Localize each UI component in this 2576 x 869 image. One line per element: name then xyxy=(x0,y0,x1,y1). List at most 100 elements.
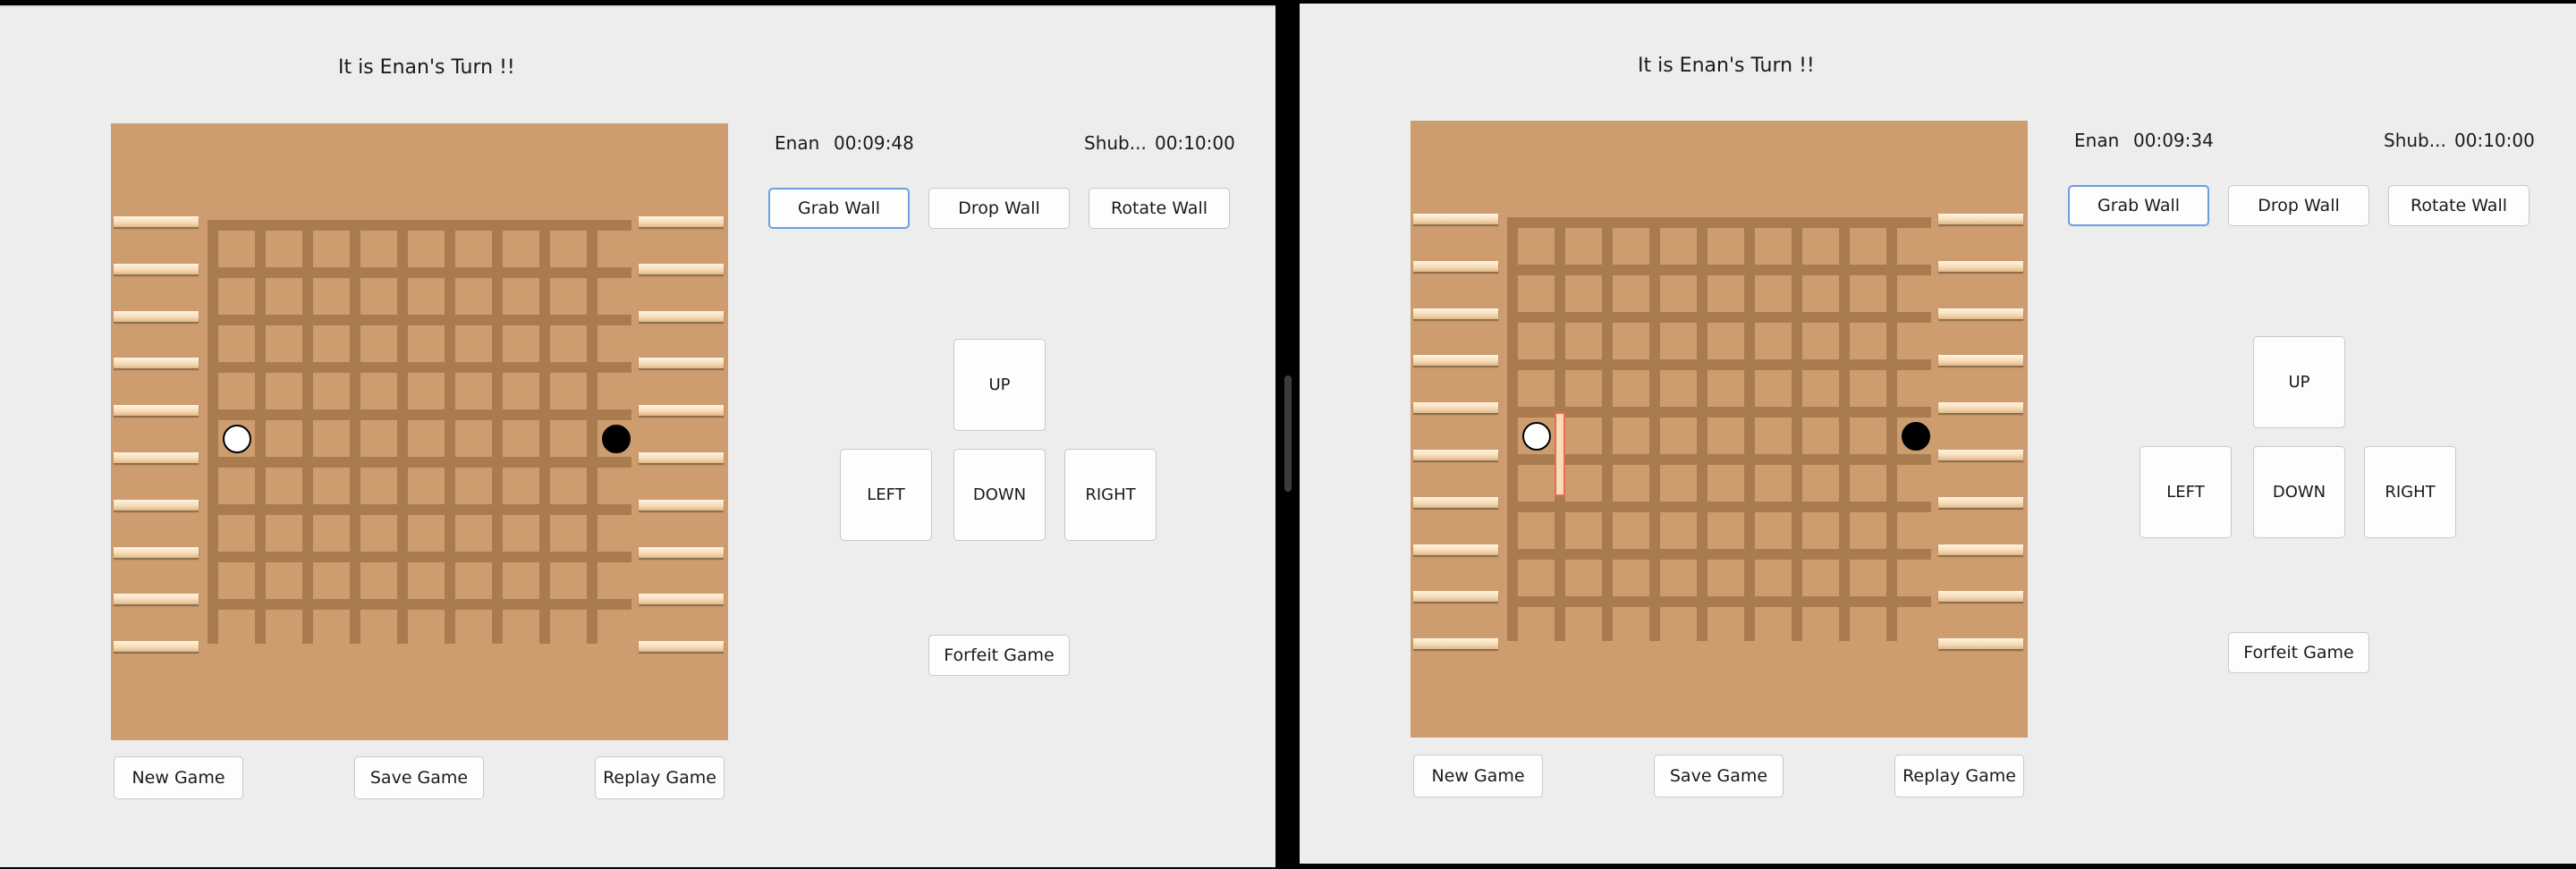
player2-wall-stock[interactable] xyxy=(639,641,724,653)
player2-wall-stock[interactable] xyxy=(639,405,724,417)
board-cell[interactable] xyxy=(550,231,587,267)
player2-wall-stock[interactable] xyxy=(1938,355,2023,367)
player2-wall-stock[interactable] xyxy=(639,452,724,463)
player1-wall-stock[interactable] xyxy=(1413,355,1498,367)
forfeit-game-button[interactable]: Forfeit Game xyxy=(928,635,1070,676)
player1-wall-stock[interactable] xyxy=(1413,308,1498,319)
board-cell[interactable] xyxy=(313,325,350,362)
move-down-button[interactable]: DOWN xyxy=(953,449,1046,541)
board-cell[interactable] xyxy=(1802,512,1839,549)
board-cell[interactable] xyxy=(313,610,350,646)
board-cell[interactable] xyxy=(408,420,445,457)
player1-wall-stock[interactable] xyxy=(1413,638,1498,650)
board-cell[interactable] xyxy=(1613,370,1649,407)
new-game-button[interactable]: New Game xyxy=(114,756,243,799)
board-cell[interactable] xyxy=(1707,275,1744,312)
player1-wall-stock[interactable] xyxy=(1413,450,1498,460)
board-cell[interactable] xyxy=(1660,370,1697,407)
white-pawn[interactable] xyxy=(222,424,251,453)
board-cell[interactable] xyxy=(1613,323,1649,359)
board-cell[interactable] xyxy=(1613,228,1649,265)
board-cell[interactable] xyxy=(455,231,492,267)
board-cell[interactable] xyxy=(455,278,492,315)
board-cell[interactable] xyxy=(597,468,634,504)
black-pawn[interactable] xyxy=(1901,421,1930,451)
board-cell[interactable] xyxy=(1565,228,1602,265)
board-cell[interactable] xyxy=(266,325,302,362)
board-cell[interactable] xyxy=(1755,323,1792,359)
board-cell[interactable] xyxy=(597,325,634,362)
board-cell[interactable] xyxy=(1755,465,1792,502)
board-cell[interactable] xyxy=(1518,370,1555,407)
board-cell[interactable] xyxy=(1518,607,1555,644)
board-cell[interactable] xyxy=(1850,512,1886,549)
board-cell[interactable] xyxy=(1850,370,1886,407)
drop-wall-button[interactable]: Drop Wall xyxy=(2228,185,2369,226)
move-up-button[interactable]: UP xyxy=(2253,336,2345,428)
board-cell[interactable] xyxy=(1613,512,1649,549)
board-cell[interactable] xyxy=(1660,512,1697,549)
board-cell[interactable] xyxy=(550,373,587,409)
board-cell[interactable] xyxy=(503,515,539,552)
player2-wall-stock[interactable] xyxy=(1938,260,2023,272)
board-cell[interactable] xyxy=(360,278,397,315)
game-board[interactable] xyxy=(1411,121,2028,738)
board-cell[interactable] xyxy=(1755,370,1792,407)
player1-wall-stock[interactable] xyxy=(114,546,199,558)
board-cell[interactable] xyxy=(1613,560,1649,596)
board-cell[interactable] xyxy=(1613,275,1649,312)
board-cell[interactable] xyxy=(1802,275,1839,312)
replay-game-button[interactable]: Replay Game xyxy=(595,756,724,799)
board-cell[interactable] xyxy=(360,231,397,267)
board-cell[interactable] xyxy=(1707,228,1744,265)
board-cell[interactable] xyxy=(597,373,634,409)
board-cell[interactable] xyxy=(550,420,587,457)
player1-wall-stock[interactable] xyxy=(114,405,199,417)
rotate-wall-button[interactable]: Rotate Wall xyxy=(2388,185,2529,226)
board-cell[interactable] xyxy=(1802,370,1839,407)
board-cell[interactable] xyxy=(1802,228,1839,265)
board-cell[interactable] xyxy=(1565,465,1602,502)
move-left-button[interactable]: LEFT xyxy=(2140,446,2232,538)
board-cell[interactable] xyxy=(266,610,302,646)
player2-wall-stock[interactable] xyxy=(639,216,724,227)
board-cell[interactable] xyxy=(1660,607,1697,644)
board-cell[interactable] xyxy=(408,468,445,504)
board-cell[interactable] xyxy=(503,420,539,457)
player2-wall-stock[interactable] xyxy=(1938,402,2023,414)
board-cell[interactable] xyxy=(360,515,397,552)
player1-wall-stock[interactable] xyxy=(114,216,199,227)
board-cell[interactable] xyxy=(1518,323,1555,359)
board-cell[interactable] xyxy=(1660,275,1697,312)
board-cell[interactable] xyxy=(1707,512,1744,549)
board-cell[interactable] xyxy=(1613,418,1649,454)
save-game-button[interactable]: Save Game xyxy=(1654,755,1784,797)
board-cell[interactable] xyxy=(550,562,587,599)
board-cell[interactable] xyxy=(1897,275,1934,312)
board-cell[interactable] xyxy=(218,515,255,552)
board-cell[interactable] xyxy=(1660,418,1697,454)
board-cell[interactable] xyxy=(1850,418,1886,454)
board-cell[interactable] xyxy=(313,562,350,599)
board-cell[interactable] xyxy=(1897,607,1934,644)
board-cell[interactable] xyxy=(218,610,255,646)
player1-wall-stock[interactable] xyxy=(114,358,199,369)
board-cell[interactable] xyxy=(503,562,539,599)
board-cell[interactable] xyxy=(266,562,302,599)
board-cell[interactable] xyxy=(1707,323,1744,359)
board-cell[interactable] xyxy=(455,420,492,457)
grab-wall-button[interactable]: Grab Wall xyxy=(768,188,910,229)
board-cell[interactable] xyxy=(1660,228,1697,265)
board-cell[interactable] xyxy=(408,231,445,267)
board-cell[interactable] xyxy=(218,278,255,315)
board-cell[interactable] xyxy=(1850,228,1886,265)
board-cell[interactable] xyxy=(597,231,634,267)
board-cell[interactable] xyxy=(503,610,539,646)
board-cell[interactable] xyxy=(550,610,587,646)
board-cell[interactable] xyxy=(1850,560,1886,596)
board-cell[interactable] xyxy=(218,468,255,504)
player1-wall-stock[interactable] xyxy=(114,641,199,653)
board-cell[interactable] xyxy=(1565,275,1602,312)
board-cell[interactable] xyxy=(266,420,302,457)
board-cell[interactable] xyxy=(218,373,255,409)
